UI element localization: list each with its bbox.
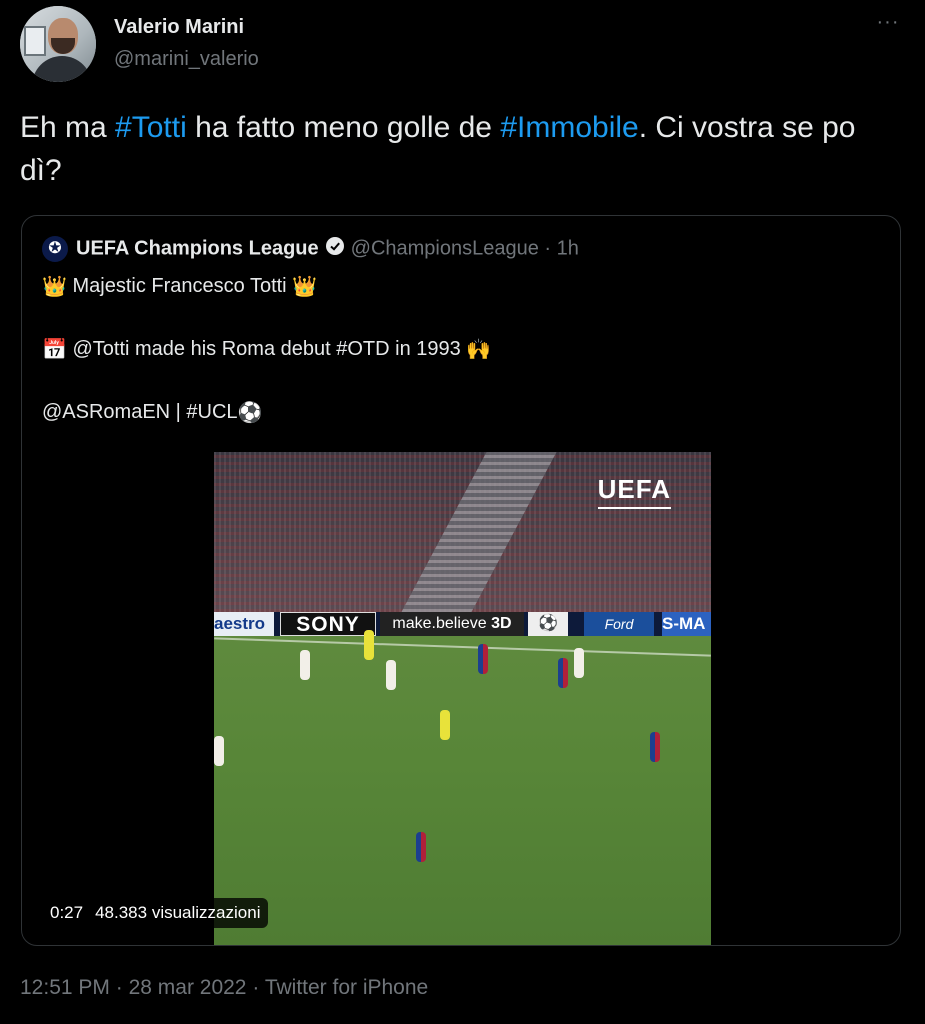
tweet-text: Eh ma #Totti ha fatto meno golle de #Imm… (20, 106, 900, 192)
quoted-text: @Totti made his Roma debut #OTD in 1993 (72, 337, 461, 360)
author-name[interactable]: Valerio Marini (114, 16, 244, 39)
board-text: 3D (491, 615, 512, 632)
crown-icon: 👑 (42, 276, 67, 298)
quoted-line-2: 📅 @Totti made his Roma debut #OTD in 199… (42, 337, 491, 362)
pitch-line (214, 637, 711, 657)
advertising-boards: aestro SONY make.believe 3D ⚽ Ford S-MA (214, 612, 711, 636)
tweet-source[interactable]: Twitter for iPhone (265, 976, 428, 999)
quoted-line-3: @ASRomaEN | #UCL⚽ (42, 400, 262, 425)
author-handle[interactable]: @marini_valerio (114, 48, 259, 71)
separator-dot: · (115, 976, 123, 999)
player (416, 832, 426, 862)
quoted-line-1: 👑 Majestic Francesco Totti 👑 (42, 274, 317, 299)
verified-badge-icon (325, 236, 345, 262)
board-text: aestro (214, 612, 274, 636)
player (478, 644, 488, 674)
video-views: 48.383 visualizzazioni (95, 903, 261, 922)
player (214, 736, 224, 766)
player (386, 660, 396, 690)
calendar-icon: 📅 (42, 339, 67, 361)
board-text: make.believe 3D (380, 612, 524, 636)
board-text: Ford (584, 612, 654, 636)
player (300, 650, 310, 680)
quoted-tweet[interactable]: ✪ UEFA Champions League @ChampionsLeague ·… (21, 215, 901, 946)
quoted-author-name[interactable]: UEFA Champions League (76, 238, 319, 260)
football-pitch (214, 630, 711, 945)
tweet-meta: 12:51 PM · 28 mar 2022 · Twitter for iPh… (20, 976, 428, 1000)
uefa-watermark: UEFA (597, 474, 671, 509)
player (558, 658, 568, 688)
player (650, 732, 660, 762)
raised-hands-icon: 🙌 (466, 339, 492, 361)
tweet-header: Valerio Marini @marini_valerio ··· (20, 6, 905, 86)
referee (364, 630, 374, 660)
video-player[interactable]: UEFA aestro SONY make.believe 3D ⚽ Ford … (214, 452, 711, 945)
ucl-logo-icon: ✪ (42, 236, 68, 262)
ucl-ball-board-icon: ⚽ (528, 612, 568, 636)
referee (440, 710, 450, 740)
video-info-bar: 0:27 48.383 visualizzazioni (42, 898, 269, 928)
hashtag-immobile[interactable]: #Immobile (500, 111, 638, 144)
author-avatar[interactable] (20, 6, 96, 82)
board-text: make.believe (392, 615, 487, 632)
crown-icon: 👑 (292, 276, 318, 298)
tweet-text-part: ha fatto meno golle de (186, 111, 501, 144)
tweet-date[interactable]: 28 mar 2022 (129, 976, 247, 999)
quoted-time[interactable]: 1h (557, 238, 579, 260)
tweet-text-part: Eh ma (20, 111, 116, 144)
quoted-author-handle[interactable]: @ChampionsLeague (351, 238, 539, 260)
quoted-tweet-header: ✪ UEFA Champions League @ChampionsLeague ·… (42, 236, 579, 264)
board-text: S-MA (662, 612, 711, 636)
soccer-ball-icon: ⚽ (237, 402, 263, 424)
tweet-time[interactable]: 12:51 PM (20, 976, 110, 999)
quoted-text: @ASRomaEN | #UCL (42, 400, 238, 423)
more-options-icon[interactable]: ··· (873, 12, 903, 36)
board-text: SONY (280, 612, 376, 636)
video-duration: 0:27 (50, 903, 84, 922)
hashtag-totti[interactable]: #Totti (115, 111, 187, 144)
quoted-text: Majestic Francesco Totti (72, 274, 287, 297)
player (574, 648, 584, 678)
separator-dot: · (252, 976, 260, 999)
